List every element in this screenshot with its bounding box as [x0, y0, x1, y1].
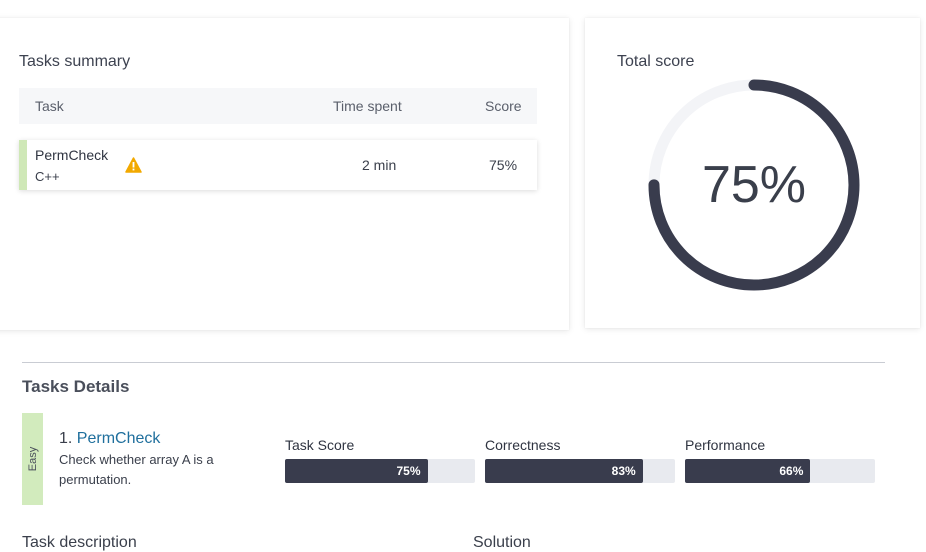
- task-number: 1.: [59, 430, 73, 447]
- total-score-title: Total score: [617, 53, 695, 70]
- metric-label: Correctness: [485, 437, 561, 453]
- task-detail-title: 1. PermCheck: [59, 430, 160, 448]
- metric-bar-fill: 66%: [685, 459, 811, 483]
- solution-heading: Solution: [473, 534, 531, 551]
- task-status-accent: [19, 140, 27, 190]
- task-description: Check whether array A is a permutation.: [59, 452, 214, 487]
- task-link[interactable]: PermCheck: [77, 430, 161, 447]
- task-score: 75%: [489, 157, 518, 173]
- task-time-spent: 2 min: [362, 157, 397, 173]
- metric-label: Performance: [685, 437, 766, 453]
- column-score: Score: [485, 98, 522, 114]
- metric-bar-track: 66%: [685, 459, 875, 483]
- section-divider: [22, 362, 885, 363]
- tasks-summary-card: Tasks summary Task Time spent Score Perm…: [0, 18, 569, 330]
- metric-bar-fill: 75%: [285, 459, 428, 483]
- task-language: C++: [35, 169, 60, 184]
- metric-performance: Performance 66%: [685, 437, 875, 483]
- column-task: Task: [35, 98, 64, 114]
- metric-task-score: Task Score 75%: [285, 437, 475, 483]
- tasks-summary-title: Tasks summary: [19, 53, 131, 70]
- summary-table-header: Task Time spent Score: [19, 88, 537, 124]
- task-name: PermCheck: [35, 147, 109, 163]
- metric-label: Task Score: [285, 437, 355, 453]
- difficulty-label: Easy: [26, 446, 39, 472]
- warning-triangle-icon: [125, 157, 142, 173]
- difficulty-badge: Easy: [22, 413, 43, 505]
- tasks-details-title: Tasks Details: [22, 377, 130, 396]
- summary-task-row[interactable]: PermCheck C++ 2 min 75%: [19, 140, 537, 190]
- column-time-spent: Time spent: [333, 98, 402, 114]
- total-score-card: Total score 75%: [585, 18, 920, 328]
- metric-bar-fill: 83%: [485, 459, 643, 483]
- metric-bar-track: 83%: [485, 459, 675, 483]
- task-description-heading: Task description: [22, 534, 137, 551]
- metric-correctness: Correctness 83%: [485, 437, 675, 483]
- metric-bar-track: 75%: [285, 459, 475, 483]
- total-score-value: 75%: [701, 156, 807, 214]
